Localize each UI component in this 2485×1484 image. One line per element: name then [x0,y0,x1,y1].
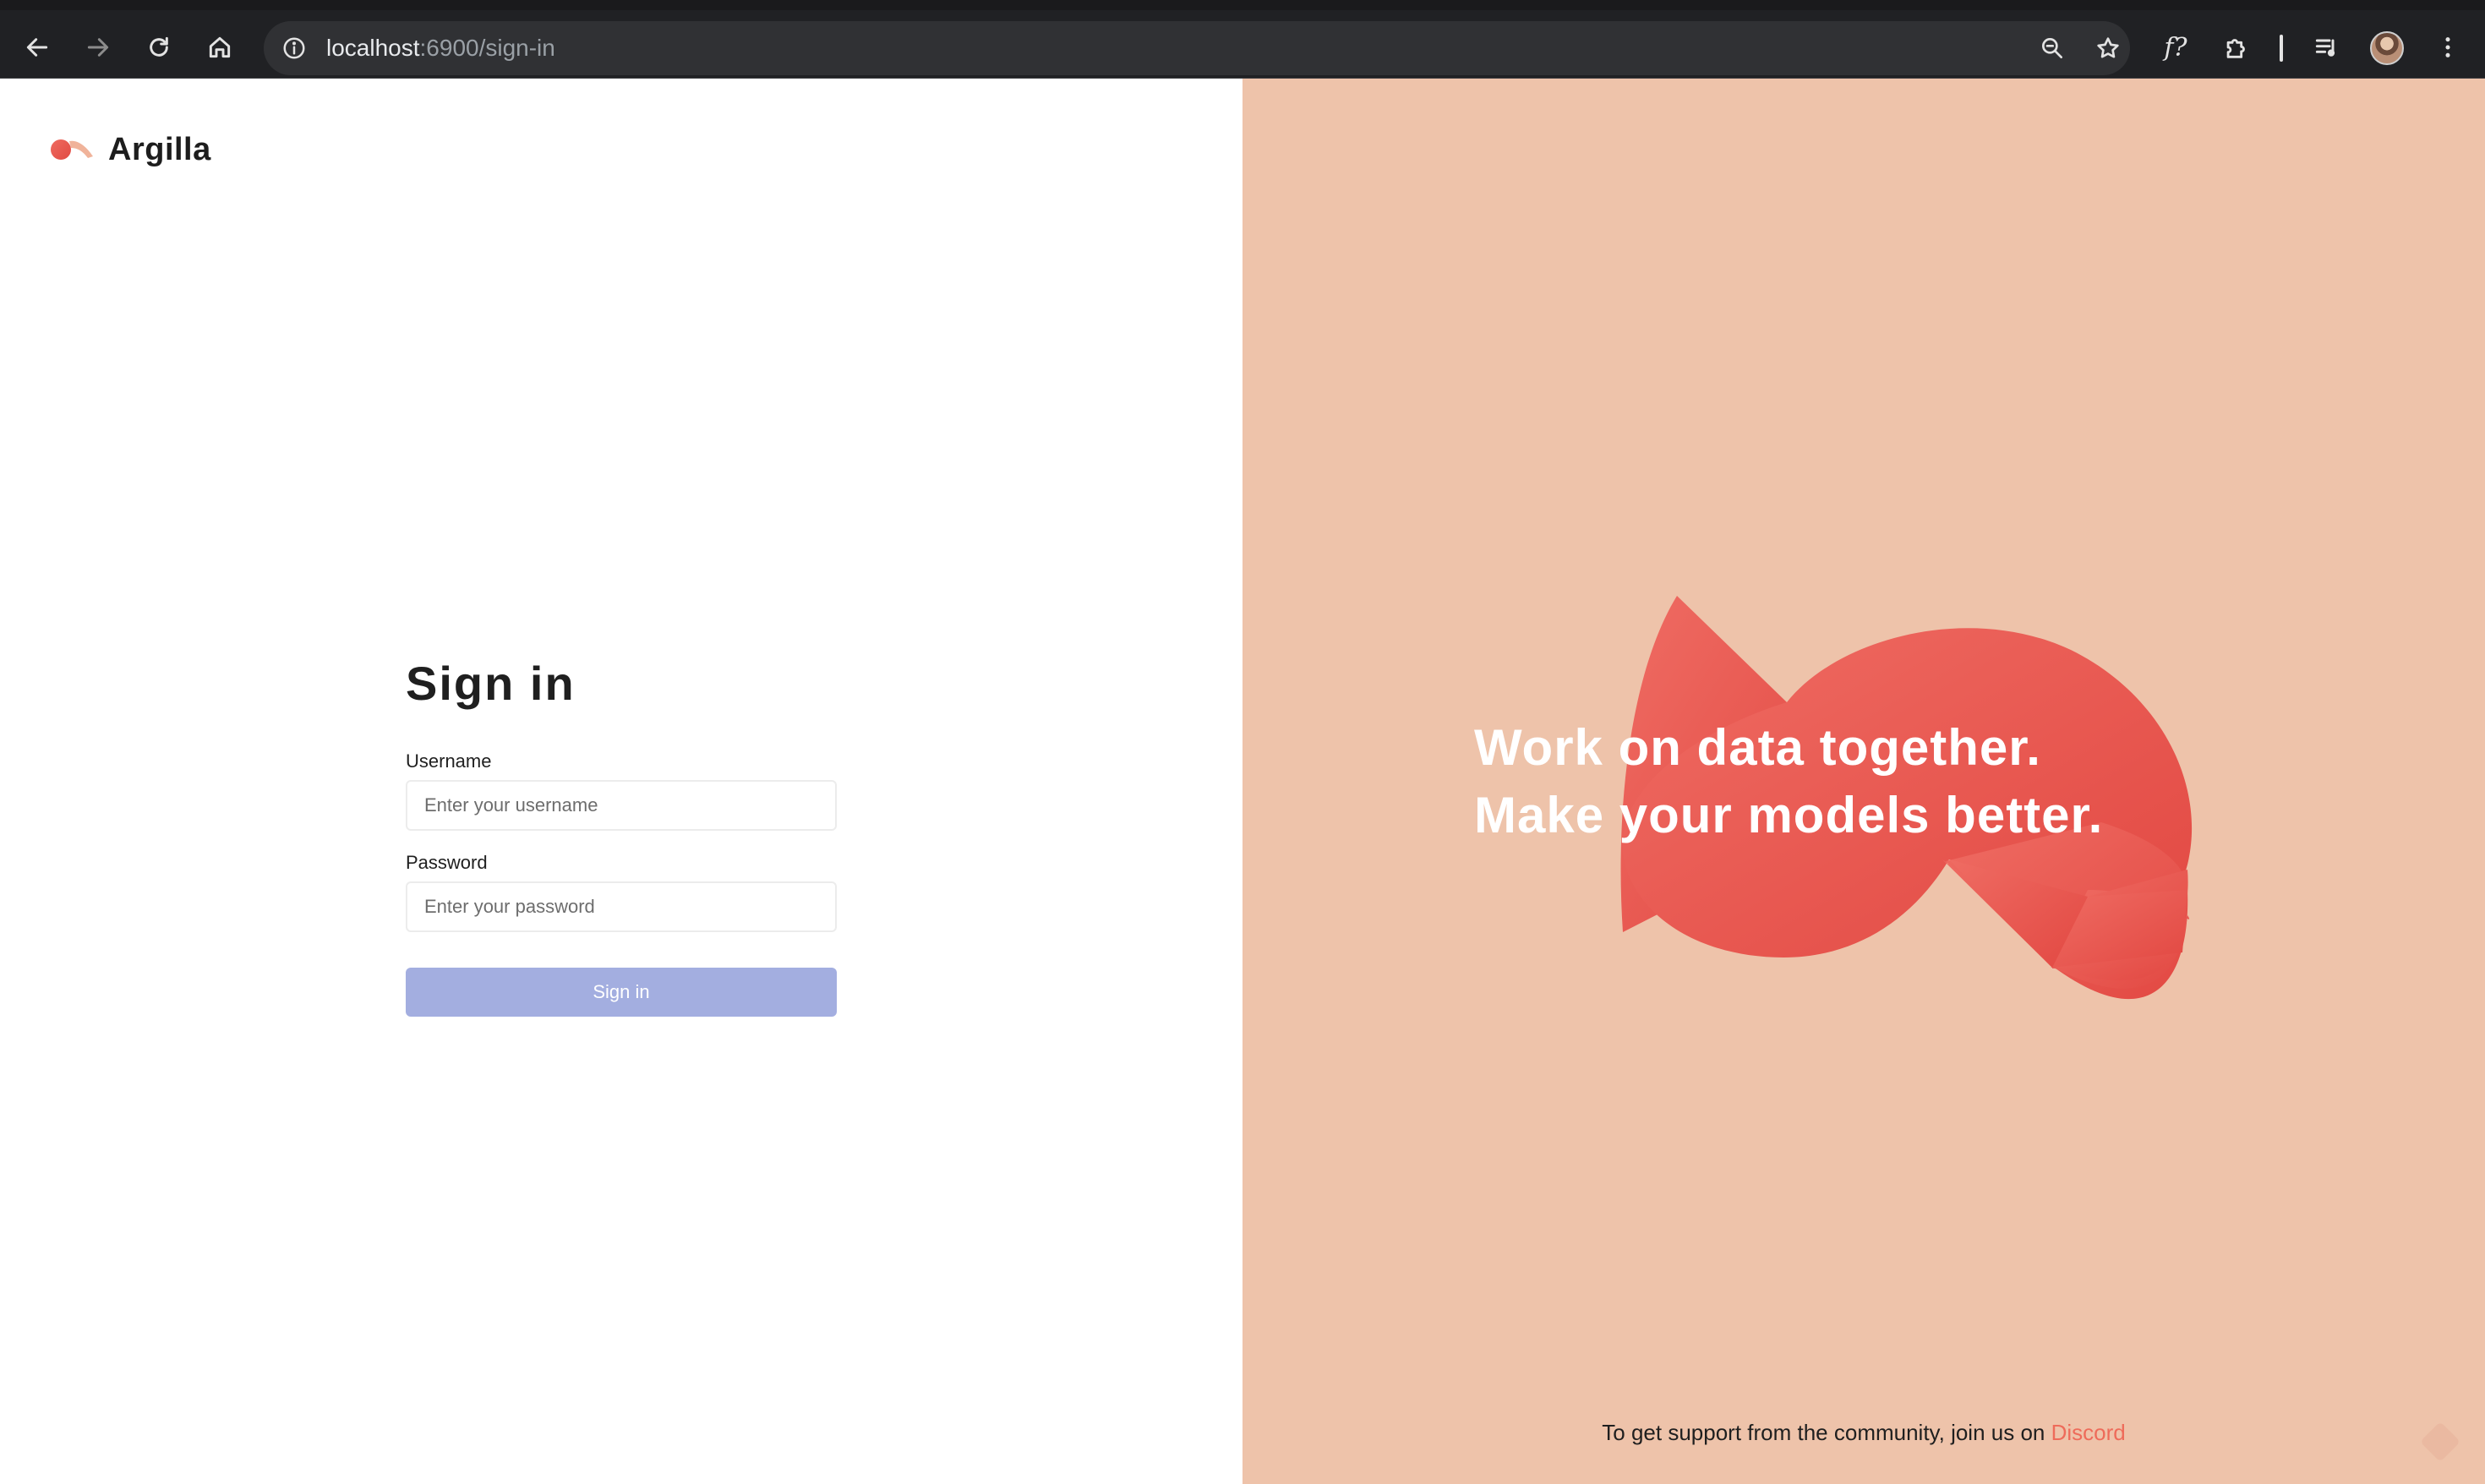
zoom-icon[interactable] [2034,30,2071,67]
star-icon[interactable] [2089,30,2127,67]
info-icon[interactable] [279,33,309,63]
password-label: Password [406,852,488,873]
puzzle-icon[interactable] [2215,25,2258,69]
tagline-line-2: Make your models better. [1474,787,2104,843]
address-bar[interactable]: localhost:6900/sign-in [264,21,2130,75]
hero-tagline: Work on data together. Make your models … [1474,714,2103,849]
avatar[interactable] [2370,31,2404,65]
support-message: To get support from the community, join … [1602,1420,2051,1445]
toolbar-divider [2280,35,2283,62]
reload-icon[interactable] [135,24,183,71]
page-title: Sign in [406,657,576,710]
discord-link[interactable]: Discord [2051,1420,2126,1445]
password-field[interactable] [406,881,837,932]
form-panel: Argilla Sign in Username Password Sign i… [0,79,1242,1484]
sign-in-button[interactable]: Sign in [406,968,837,1017]
support-text: To get support from the community, join … [1242,1419,2485,1446]
url-path: :6900/sign-in [419,35,555,61]
sign-in-form: Sign in Username Password Sign in [406,653,837,1017]
sign-in-page: Argilla Sign in Username Password Sign i… [0,79,2485,1484]
browser-toolbar: localhost:6900/sign-in f? [0,0,2485,79]
argilla-logo-icon [51,139,93,160]
username-label: Username [406,750,492,772]
kebab-menu-icon[interactable] [2426,25,2470,69]
brand-name: Argilla [108,131,211,167]
username-field[interactable] [406,780,837,831]
url-host: localhost [326,35,420,61]
tagline-line-1: Work on data together. [1474,719,2041,776]
home-icon[interactable] [196,24,243,71]
media-queue-icon[interactable] [2304,25,2348,69]
url-text[interactable]: localhost:6900/sign-in [326,35,555,62]
forward-arrow-icon[interactable] [74,24,122,71]
hero-panel: Work on data together. Make your models … [1242,79,2485,1484]
brand-logo[interactable]: Argilla [49,123,211,177]
back-arrow-icon[interactable] [14,24,61,71]
function-icon[interactable]: f? [2154,25,2198,69]
